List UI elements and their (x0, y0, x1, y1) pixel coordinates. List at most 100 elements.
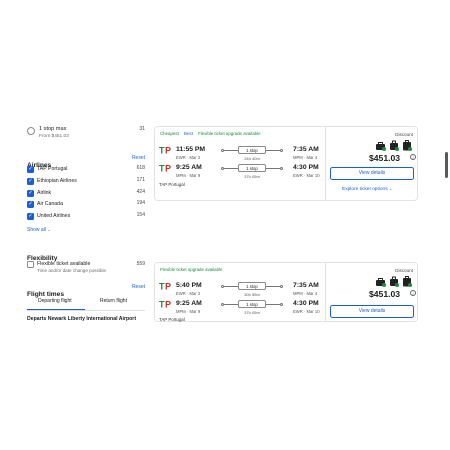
chevron-down-icon: ⌄ (388, 186, 393, 191)
route-start-dot (221, 302, 224, 306)
personal-item-icon (376, 142, 386, 151)
return-leg: T P 9:25 AM MPM · Mar 9 1 stop 37h 05m 4… (159, 300, 321, 318)
airline-filter-air-canada[interactable]: ✓ Air Canada 194 (27, 200, 145, 212)
route-start-dot (221, 148, 224, 152)
show-all-label: Show all (27, 226, 46, 233)
stops-pill[interactable]: 1 stop (238, 282, 266, 290)
page-scrollbar[interactable] (445, 126, 449, 326)
departure-time: 9:25 AM (176, 300, 202, 307)
stops-pill[interactable]: 1 stop (238, 146, 266, 154)
flight-times-tabs: Departing flight Return flight (27, 298, 145, 314)
stops-pill[interactable]: 1 stop (238, 164, 266, 172)
baggage-icons (376, 140, 412, 151)
flight-legs: Flexible ticket upgrade available T P 5:… (155, 263, 325, 322)
departure-airport-date: MPM · Mar 9 (176, 309, 201, 314)
stops-pill[interactable]: 1 stop (238, 300, 266, 308)
price-panel: Discount $451.03 i View details (326, 263, 419, 321)
price: $451.03 (369, 153, 401, 163)
explore-label: Explore ticket options (342, 187, 388, 192)
route-end-dot (280, 166, 283, 170)
stops-option-1-stop-max[interactable]: 1 stop max From $451.03 31 (27, 126, 145, 146)
flight-duration: 30h 55m (244, 291, 260, 297)
flexible-ticket-count: 559 (136, 260, 145, 267)
explore-ticket-options-link[interactable]: Explore ticket options ⌄ (342, 186, 392, 192)
checked-bag-icon (403, 276, 412, 287)
info-icon[interactable]: i (410, 154, 416, 160)
show-all-airlines-link[interactable]: Show all ⌄ (27, 227, 145, 233)
stops-option-label: 1 stop max (39, 126, 67, 132)
arrival-time: 7:35 AM (293, 146, 319, 153)
route-start-dot (221, 166, 224, 170)
tab-return-flight[interactable]: Return flight (100, 298, 127, 304)
svg-text:P: P (165, 282, 171, 292)
carrier-name: TAP Portugal (159, 182, 185, 187)
airline-label: Ethiopian Airlines (37, 177, 77, 184)
view-details-button[interactable]: View details (330, 167, 414, 180)
departure-time: 9:25 AM (176, 164, 202, 171)
airline-count: 424 (136, 188, 145, 195)
discount-label: Discount (395, 132, 413, 137)
info-icon[interactable]: i (410, 290, 416, 296)
flight-duration: 24h 40m (244, 155, 260, 161)
filters-sidebar: 1 stop max From $451.03 31 Airlines Rese… (27, 126, 145, 322)
route-start-dot (221, 284, 224, 288)
departure-airport-date: EWR · Mar 2 (176, 291, 201, 296)
discount-label: Discount (395, 268, 413, 273)
airline-count: 154 (136, 212, 145, 219)
airline-count: 618 (136, 165, 145, 171)
stops-radio[interactable] (27, 127, 35, 135)
airline-label: TAP Portugal (37, 166, 68, 172)
airline-filter-ethiopian-airlines[interactable]: ✓ Ethiopian Airlines 171 (27, 177, 145, 189)
price: $451.03 (369, 289, 401, 299)
carry-on-bag-icon (390, 140, 399, 151)
tap-portugal-logo-icon: T P (159, 300, 171, 310)
flight-duration: 37h 05m (244, 173, 260, 179)
svg-text:P: P (165, 146, 171, 156)
stops-option-price: From $451.03 (39, 134, 69, 139)
stops-option-count: 31 (139, 126, 145, 132)
badge-flexible-upgrade: Flexible ticket upgrade available (160, 267, 223, 272)
view-details-button[interactable]: View details (330, 305, 414, 318)
arrival-time: 7:35 AM (293, 282, 319, 289)
arrival-airport-date: EWR · Mar 10 (293, 309, 320, 314)
flight-result-card[interactable]: Cheapest Best Flexible ticket upgrade av… (154, 126, 418, 201)
airline-count: 194 (136, 200, 145, 207)
tap-portugal-logo-icon: T P (159, 164, 171, 174)
flexible-ticket-filter[interactable]: Flexible ticket available Time and/or da… (27, 260, 145, 279)
active-tab-indicator (27, 308, 85, 311)
tap-portugal-logo-icon: T P (159, 282, 171, 292)
arrival-time: 4:30 PM (293, 300, 319, 307)
airline-filter-airlink[interactable]: ✓ Airlink 424 (27, 189, 145, 201)
departure-time: 5:40 PM (176, 282, 202, 289)
airline-label: Airlink (37, 189, 52, 196)
tab-departing-flight[interactable]: Departing flight (38, 298, 72, 304)
flexible-ticket-checkbox[interactable] (27, 260, 34, 268)
badge-flexible-upgrade: Flexible ticket upgrade available (198, 131, 261, 136)
checkmark-icon[interactable]: ✓ (27, 213, 34, 221)
airline-filter-tap-portugal[interactable]: ✓ TAP Portugal 618 (27, 165, 145, 177)
checkmark-icon[interactable]: ✓ (27, 177, 34, 185)
flight-times-reset-link[interactable]: Reset (132, 284, 145, 290)
route-line: 1 stop 37h 05m (221, 300, 283, 315)
arrival-airport-date: EWR · Mar 10 (293, 173, 320, 178)
svg-text:P: P (165, 164, 171, 174)
scrollbar-thumb[interactable] (445, 152, 448, 178)
chevron-down-icon: ⌄ (47, 226, 51, 232)
return-leg: T P 9:25 AM MPM · Mar 9 1 stop 37h 05m 4… (159, 164, 321, 182)
airlines-header: Airlines Reset (27, 154, 145, 169)
route-end-dot (280, 302, 283, 306)
arrival-airport-date: MPM · Mar 4 (293, 155, 318, 160)
airline-filter-united-airlines[interactable]: ✓ United Airlines 154 (27, 212, 145, 224)
flight-result-card[interactable]: Flexible ticket upgrade available T P 5:… (154, 262, 418, 322)
departs-airport-label: Departs Newark Liberty International Air… (27, 315, 137, 322)
carry-on-bag-icon (390, 276, 399, 287)
checkmark-icon[interactable]: ✓ (27, 166, 34, 173)
checkmark-icon[interactable]: ✓ (27, 201, 34, 209)
flight-times-title: Flight times (27, 290, 64, 298)
flexibility-header: Flexibility (27, 247, 145, 262)
baggage-icons (376, 276, 412, 287)
airlines-reset-link[interactable]: Reset (132, 155, 145, 161)
checkmark-icon[interactable]: ✓ (27, 189, 34, 197)
personal-item-icon (376, 278, 386, 287)
route-line: 1 stop 24h 40m (221, 146, 283, 161)
